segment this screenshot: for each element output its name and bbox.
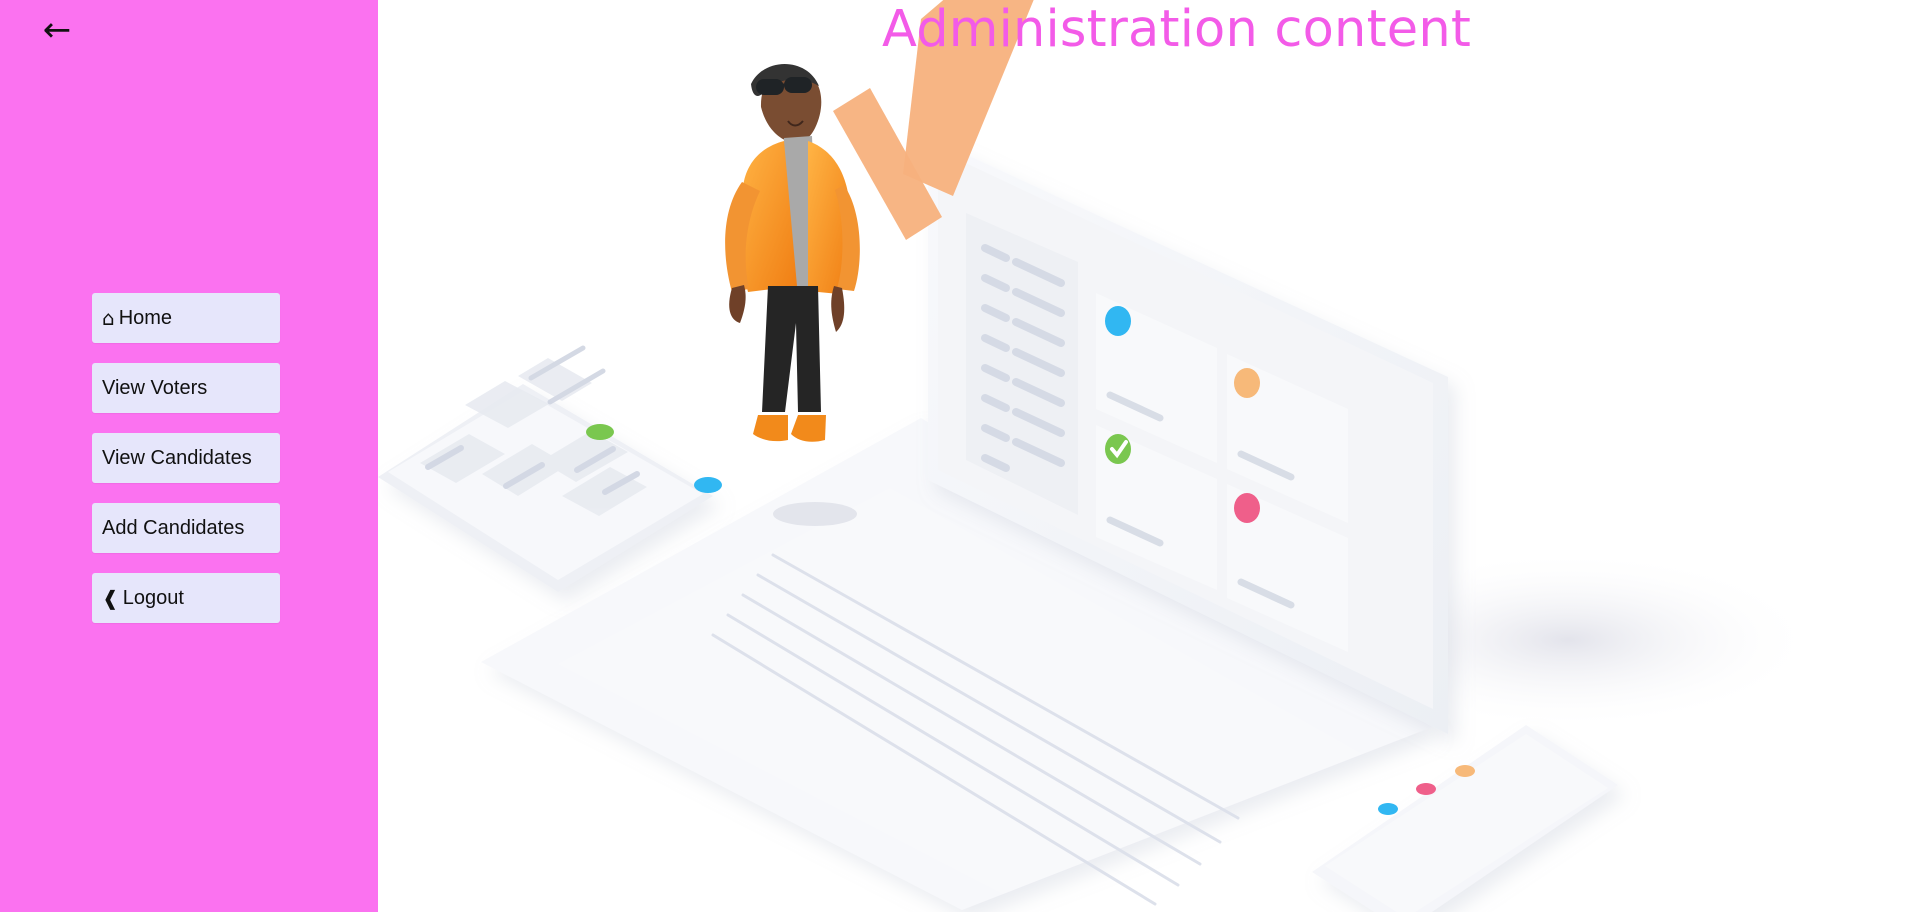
view-voters-label: View Voters [102,376,208,399]
voting-illustration [378,0,1818,912]
sidebar-navigation: ⌂ Home View Voters View Candidates Add C… [92,293,280,643]
sidebar: ← ⌂ Home View Voters View Candidates Add… [0,0,378,912]
view-voters-button[interactable]: View Voters [92,363,280,413]
logout-button[interactable]: ❰ Logout [92,573,280,623]
logout-label: Logout [122,586,184,609]
main-content: Administration content [378,0,1907,912]
home-label: Home [118,306,173,329]
add-candidates-button[interactable]: Add Candidates [92,503,280,553]
view-candidates-button[interactable]: View Candidates [92,433,280,483]
page-title: Administration content [882,0,1472,59]
logout-icon: ❰ [102,586,119,610]
back-arrow-icon[interactable]: ← [38,12,76,48]
add-candidates-label: Add Candidates [102,516,245,539]
home-icon: ⌂ [102,306,115,330]
home-button[interactable]: ⌂ Home [92,293,280,343]
view-candidates-label: View Candidates [102,446,252,469]
admin-dashboard: ← ⌂ Home View Voters View Candidates Add… [0,0,1907,912]
